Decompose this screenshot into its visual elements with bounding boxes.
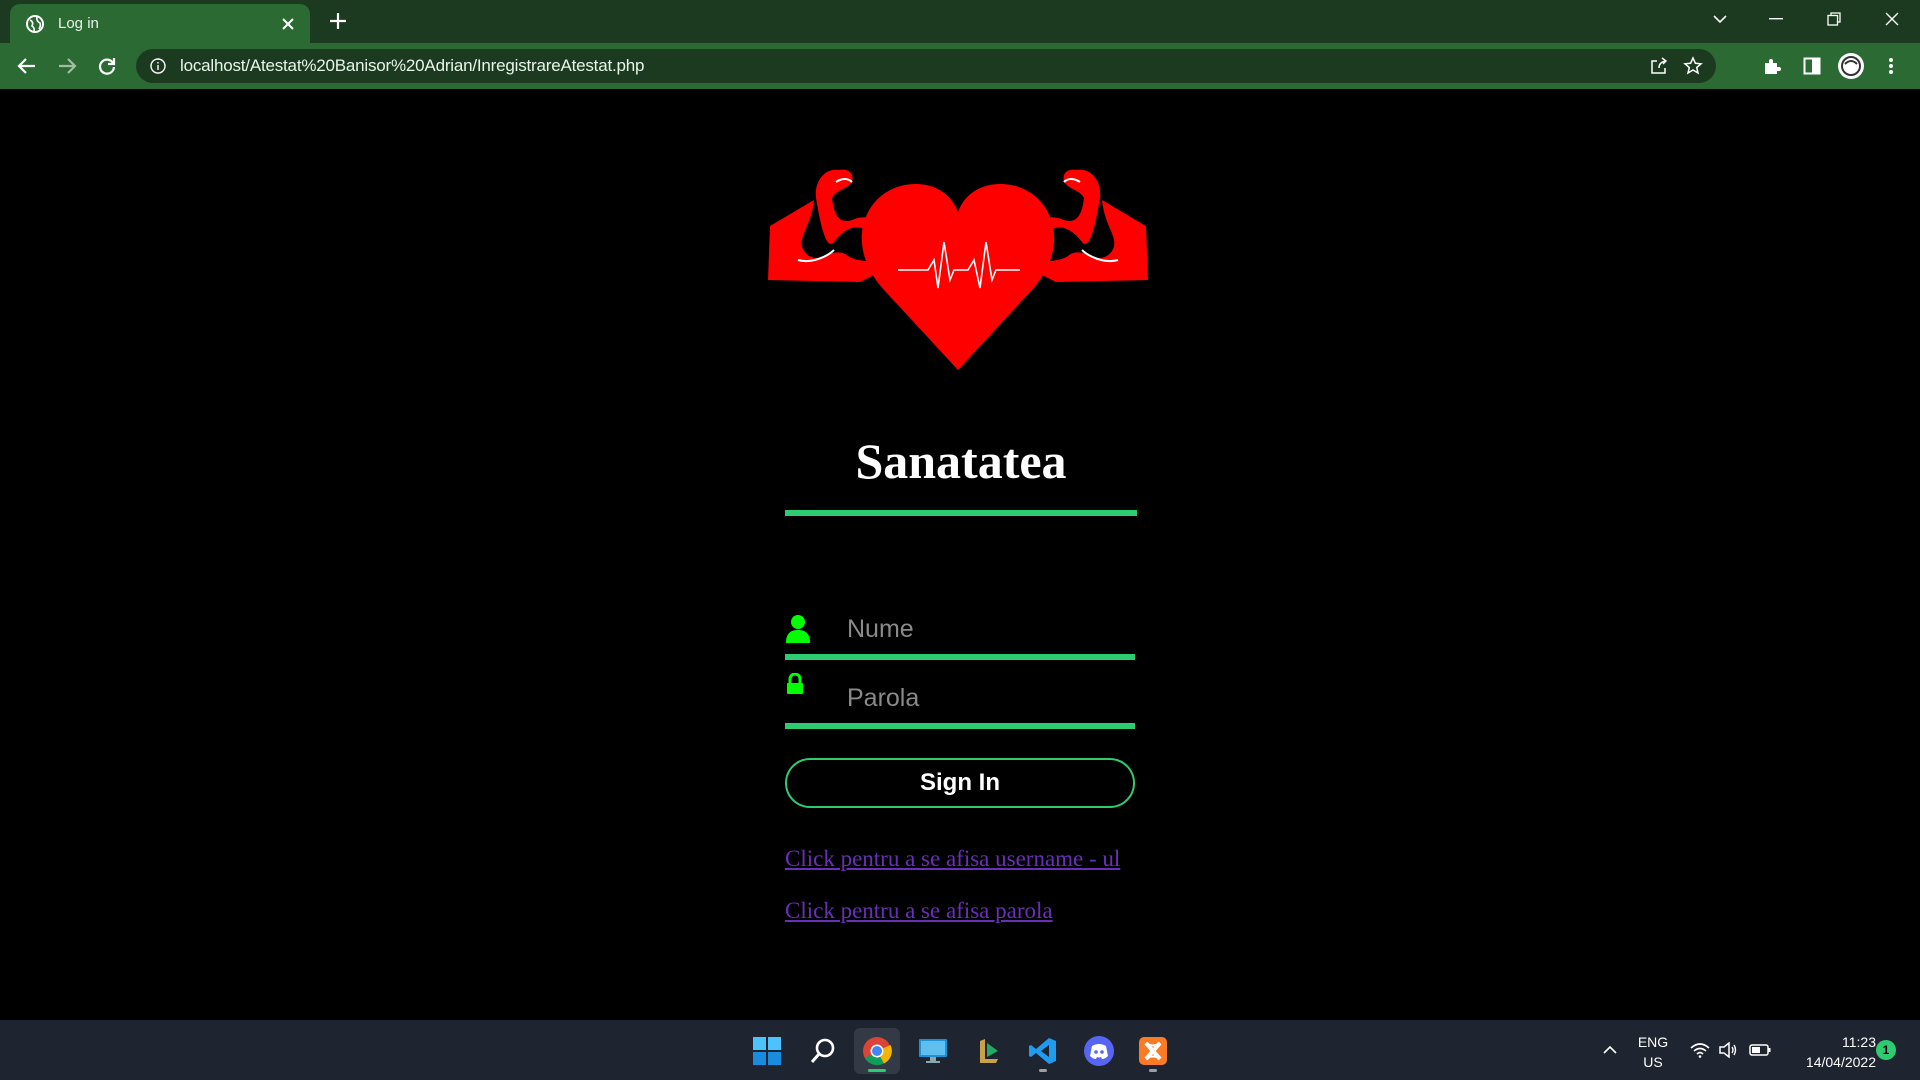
username-field xyxy=(785,604,1135,660)
chrome-icon[interactable] xyxy=(854,1028,900,1074)
xampp-icon[interactable] xyxy=(1130,1028,1176,1074)
username-underline xyxy=(785,654,1135,660)
restore-icon[interactable] xyxy=(1806,0,1862,38)
open-indicator xyxy=(1149,1069,1157,1072)
wifi-icon[interactable] xyxy=(1686,1020,1714,1080)
sign-in-button[interactable]: Sign In xyxy=(785,758,1135,808)
username-input[interactable] xyxy=(845,608,1135,650)
brand-title: Sanatatea xyxy=(855,433,1067,489)
show-username-link[interactable]: Click pentru a se afisa username - ul xyxy=(785,846,1120,872)
password-input[interactable] xyxy=(845,677,1135,719)
toolbar: localhost/Atestat%20Banisor%20Adrian/Inr… xyxy=(0,43,1920,89)
info-icon[interactable] xyxy=(150,57,168,75)
reload-icon[interactable] xyxy=(92,51,122,81)
open-indicator xyxy=(1039,1069,1047,1072)
language-code: ENG xyxy=(1637,1034,1669,1050)
volume-icon[interactable] xyxy=(1714,1020,1742,1080)
tray-chevron-icon[interactable] xyxy=(1596,1020,1624,1080)
app-icon[interactable] xyxy=(966,1028,1012,1074)
user-icon xyxy=(785,614,811,644)
url-text[interactable]: localhost/Atestat%20Banisor%20Adrian/Inr… xyxy=(180,56,1642,76)
address-bar[interactable]: localhost/Atestat%20Banisor%20Adrian/Inr… xyxy=(136,49,1716,83)
star-icon[interactable] xyxy=(1676,51,1710,81)
desktop-icon[interactable] xyxy=(910,1028,956,1074)
show-password-link[interactable]: Click pentru a se afisa parola xyxy=(785,898,1053,924)
chevron-down-icon[interactable] xyxy=(1692,0,1748,38)
plus-icon[interactable] xyxy=(324,8,352,36)
language-indicator[interactable]: ENG US xyxy=(1628,1032,1678,1072)
discord-icon[interactable] xyxy=(1076,1028,1122,1074)
profile-icon[interactable] xyxy=(1836,51,1866,81)
password-underline xyxy=(785,723,1135,729)
back-icon[interactable] xyxy=(12,51,42,81)
heart-logo xyxy=(768,160,1148,375)
window-close-icon[interactable] xyxy=(1864,0,1920,38)
forward-icon[interactable] xyxy=(52,51,82,81)
lock-icon xyxy=(785,672,811,703)
password-field xyxy=(785,672,1135,729)
tab-bar: Log in xyxy=(0,0,1920,43)
battery-icon[interactable] xyxy=(1744,1020,1776,1080)
tab-active[interactable]: Log in xyxy=(10,4,310,43)
vscode-icon[interactable] xyxy=(1020,1028,1066,1074)
brand-underline xyxy=(785,510,1137,516)
active-indicator xyxy=(868,1069,886,1072)
taskbar: ENG US 11:23 14/04/2022 xyxy=(0,1020,1920,1080)
sidepanel-icon[interactable] xyxy=(1797,51,1827,81)
windows-icon[interactable] xyxy=(744,1028,790,1074)
menu-icon[interactable] xyxy=(1876,51,1906,81)
search-icon[interactable] xyxy=(800,1028,846,1074)
clock-date: 14/04/2022 xyxy=(1805,1054,1876,1070)
close-icon[interactable] xyxy=(274,10,302,38)
keyboard-layout: US xyxy=(1643,1054,1663,1070)
share-icon[interactable] xyxy=(1642,51,1676,81)
clock-time: 11:23 xyxy=(1842,1034,1876,1050)
minimize-icon[interactable] xyxy=(1748,0,1804,38)
tab-title: Log in xyxy=(58,15,99,32)
extensions-icon[interactable] xyxy=(1757,51,1787,81)
globe-icon xyxy=(26,14,46,34)
clock[interactable]: 11:23 14/04/2022 xyxy=(1780,1032,1876,1072)
notification-badge[interactable]: 1 xyxy=(1876,1040,1896,1060)
